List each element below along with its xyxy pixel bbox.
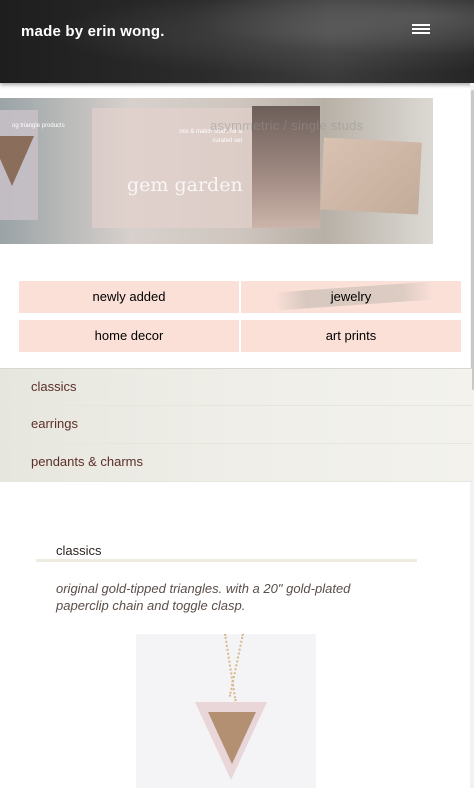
category-jewelry-button[interactable]: jewelry: [241, 281, 461, 313]
section-divider: [36, 559, 417, 562]
product-image[interactable]: [136, 634, 316, 788]
category-art-prints-button[interactable]: art prints: [241, 320, 461, 352]
category-label: newly added: [92, 289, 166, 304]
banner-gem-text: gem garden: [127, 174, 243, 196]
subnav-item-classics[interactable]: classics: [0, 368, 472, 406]
category-label: art prints: [325, 328, 377, 343]
jewelry-subnav: classics earrings pendants & charms: [0, 368, 472, 482]
banner-studs-photo: [320, 137, 422, 215]
site-header: made by erin wong.: [0, 0, 474, 83]
banner-overlay-text: asymmetric / single studs: [210, 118, 364, 133]
category-newly-added-button[interactable]: newly added: [19, 281, 239, 313]
banner-pendant-image: [0, 136, 34, 186]
hero-banner[interactable]: og triangle products mix & match studs f…: [0, 98, 433, 244]
section-heading: classics: [56, 543, 102, 558]
section-description: original gold-tipped triangles. with a 2…: [56, 581, 351, 613]
subnav-item-pendants-charms[interactable]: pendants & charms: [0, 444, 472, 482]
category-grid: newly added jewelry home decor art print…: [19, 281, 461, 352]
site-title[interactable]: made by erin wong.: [21, 23, 165, 40]
banner-caption-left: og triangle products: [12, 123, 65, 129]
category-label: jewelry: [330, 289, 372, 304]
category-home-decor-button[interactable]: home decor: [19, 320, 239, 352]
hamburger-menu-icon[interactable]: [412, 22, 432, 38]
subnav-item-earrings[interactable]: earrings: [0, 406, 472, 444]
pendant-gold-fleck: [208, 712, 256, 764]
category-label: home decor: [94, 328, 164, 343]
